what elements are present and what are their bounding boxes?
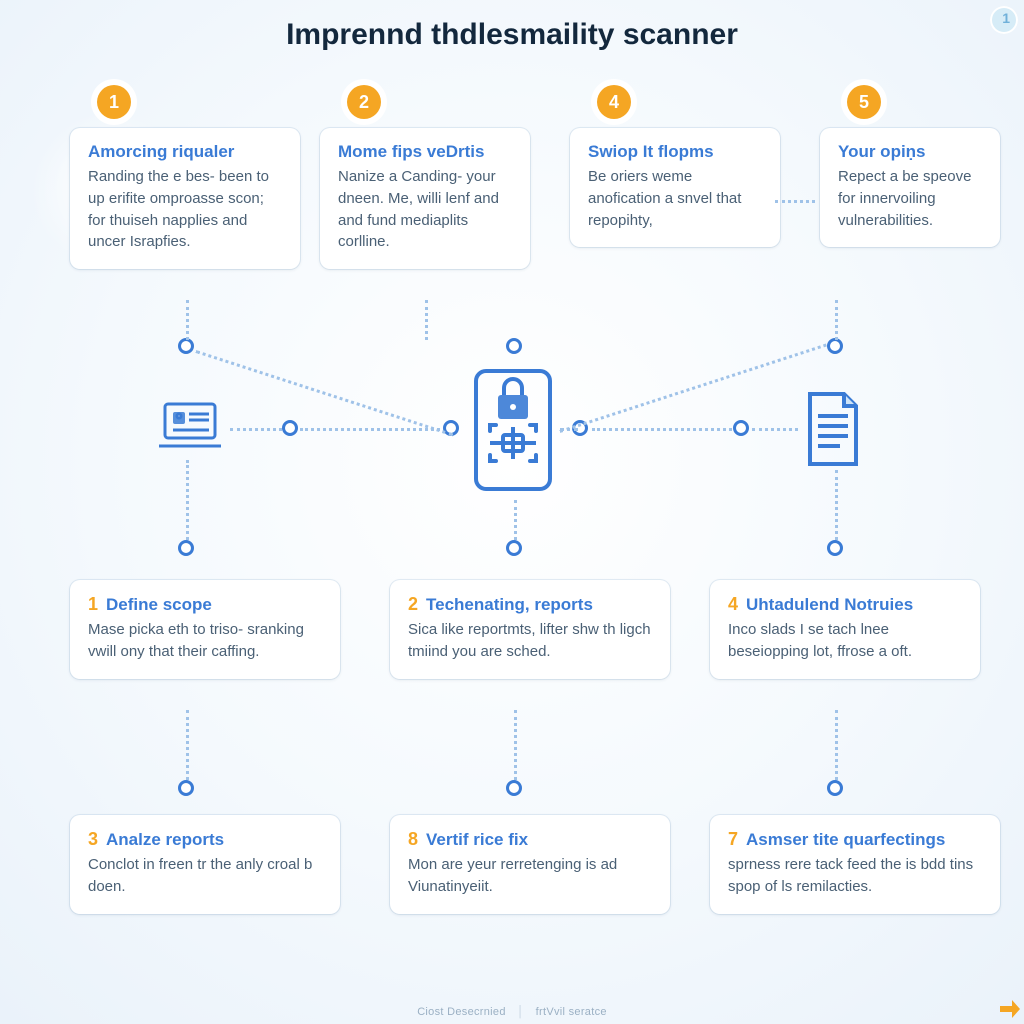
connector-line <box>514 710 517 780</box>
mid-card-1-body: Mase picka eth to triso- sranking vwill … <box>88 619 322 663</box>
connector-line <box>186 300 189 340</box>
mid-card-1: 1 Define scope Mase picka eth to triso- … <box>70 580 340 679</box>
bottom-card-1: 3 Analze reports Conclot in freen tr the… <box>70 815 340 914</box>
connector-line <box>196 350 454 436</box>
top-card-2-heading: Mome fips veDrtis <box>338 142 512 162</box>
connector-dot <box>827 780 843 796</box>
mid-card-3-heading: 4 Uhtadulend Notruies <box>728 594 962 615</box>
top-card-2: Mome fips veDrtis Nanize a Canding- your… <box>320 128 530 269</box>
connector-line <box>186 710 189 780</box>
footer: Ciost Desecrnied │ frtVvil seratce <box>0 1006 1024 1018</box>
mid-card-2-body: Sica like reportmts, lifter shw th ligch… <box>408 619 652 663</box>
mid-card-3-num: 4 <box>728 594 738 615</box>
top-card-2-body: Nanize a Canding- your dneen. Me, willi … <box>338 166 512 253</box>
top-card-4: Your opiṇs Repect a be speove for innerv… <box>820 128 1000 247</box>
bottom-card-1-title: Analze reports <box>106 830 224 850</box>
connector-line <box>835 710 838 780</box>
top-card-1-heading: Amorcing riqualer <box>88 142 282 162</box>
lock-scanner-icon <box>468 365 558 500</box>
mid-card-2: 2 Techenating, reports Sica like reportm… <box>390 580 670 679</box>
bottom-card-1-body: Conclot in freen tr the anly croal b doe… <box>88 854 322 898</box>
mid-card-2-heading: 2 Techenating, reports <box>408 594 652 615</box>
top-card-4-body: Repect a be speove for innervoiling vuln… <box>838 166 982 231</box>
bottom-card-2-heading: 8 Vertif rice fix <box>408 829 652 850</box>
page-title: Imprennd thdlesmaility scanner <box>0 18 1024 52</box>
connector-dot <box>827 338 843 354</box>
connector-dot <box>178 540 194 556</box>
connector-line <box>775 200 815 203</box>
connector-dot <box>506 540 522 556</box>
connector-dot <box>506 780 522 796</box>
mid-card-2-title: Techenating, reports <box>426 595 593 615</box>
connector-line <box>514 500 517 540</box>
laptop-icon <box>155 400 225 461</box>
connector-line <box>592 428 732 431</box>
connector-line <box>835 300 838 340</box>
connector-dot <box>178 338 194 354</box>
bottom-card-2: 8 Vertif rice fix Mon are yeur rerreteng… <box>390 815 670 914</box>
connector-dot <box>506 338 522 354</box>
connector-line <box>186 460 189 540</box>
connector-line <box>230 428 282 431</box>
connector-dot <box>282 420 298 436</box>
connector-line <box>835 470 838 540</box>
top-card-3-heading: Swiop It flopms <box>588 142 762 162</box>
bottom-card-1-heading: 3 Analze reports <box>88 829 322 850</box>
top-card-1: Amorcing riqualer Randing the e bes- bee… <box>70 128 300 269</box>
bottom-card-3-num: 7 <box>728 829 738 850</box>
mid-card-1-num: 1 <box>88 594 98 615</box>
mid-card-3-title: Uhtadulend Notruies <box>746 595 913 615</box>
mid-card-3-body: Inco slads I se tach lnee beseiopping lo… <box>728 619 962 663</box>
top-card-3-body: Be oriers weme anofication a snvel that … <box>588 166 762 231</box>
footer-separator: │ <box>517 1006 524 1018</box>
connector-line <box>425 300 428 340</box>
bottom-card-3-title: Asmser tite quarfectings <box>746 830 945 850</box>
step-badge-2: 2 <box>347 85 381 119</box>
bottom-card-1-num: 3 <box>88 829 98 850</box>
step-badge-5: 5 <box>847 85 881 119</box>
bottom-card-2-title: Vertif rice fix <box>426 830 528 850</box>
step-badge-4: 4 <box>597 85 631 119</box>
mid-card-3: 4 Uhtadulend Notruies Inco slads I se ta… <box>710 580 980 679</box>
step-badge-1: 1 <box>97 85 131 119</box>
corner-badge-number: 1 <box>1002 10 1010 26</box>
connector-dot <box>827 540 843 556</box>
mid-card-2-num: 2 <box>408 594 418 615</box>
mid-card-1-heading: 1 Define scope <box>88 594 322 615</box>
mid-card-1-title: Define scope <box>106 595 212 615</box>
bottom-card-2-body: Mon are yeur rerretenging is ad Viunatin… <box>408 854 652 898</box>
top-card-4-heading: Your opiṇs <box>838 142 982 162</box>
document-icon <box>800 390 866 473</box>
bottom-card-3-body: sprness rere tack feed the is bdd tins s… <box>728 854 982 898</box>
footer-left: Ciost Desecrnied <box>417 1006 506 1018</box>
connector-dot <box>178 780 194 796</box>
footer-right: frtVvil seratce <box>536 1006 607 1018</box>
connector-line <box>752 428 798 431</box>
connector-dot <box>733 420 749 436</box>
connector-line <box>300 428 440 431</box>
bottom-card-3-heading: 7 Asmser tite quarfectings <box>728 829 982 850</box>
top-card-1-body: Randing the e bes- been to up erifite om… <box>88 166 282 253</box>
top-card-3: Swiop It flopms Be oriers weme anoficati… <box>570 128 780 247</box>
bottom-card-3: 7 Asmser tite quarfectings sprness rere … <box>710 815 1000 914</box>
connector-line <box>560 344 827 433</box>
bottom-card-2-num: 8 <box>408 829 418 850</box>
